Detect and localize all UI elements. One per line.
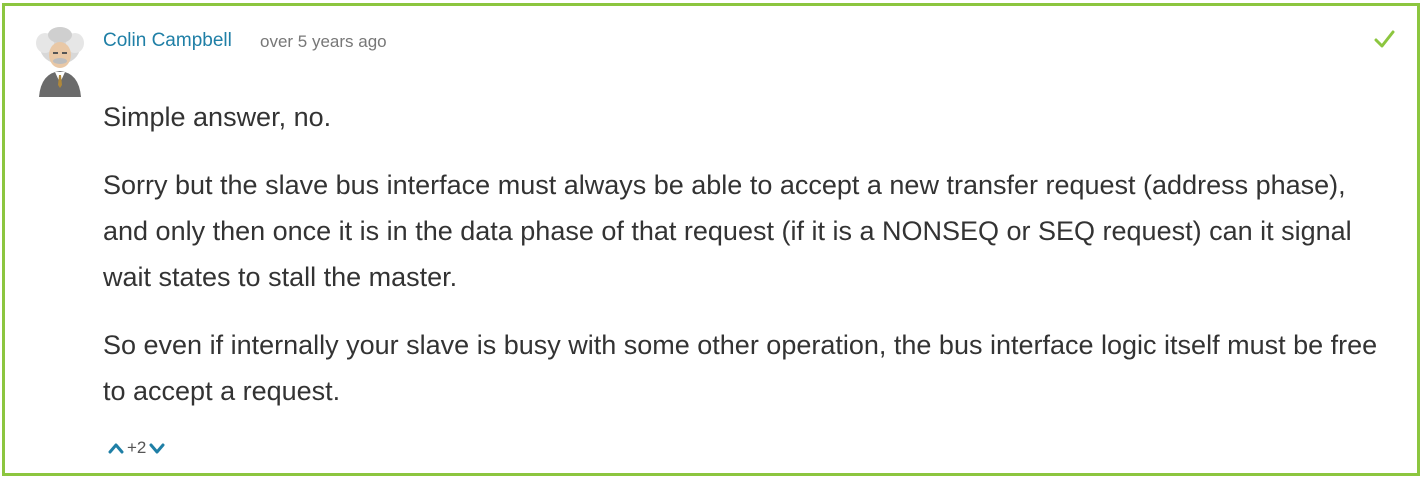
check-icon bbox=[1373, 28, 1395, 50]
answer-card: Colin Campbell over 5 years ago Simple a… bbox=[2, 3, 1420, 476]
answer-paragraph: So even if internally your slave is busy… bbox=[103, 330, 1378, 406]
vote-controls: +2 bbox=[107, 436, 166, 460]
avatar-einstein-icon bbox=[36, 27, 84, 97]
timestamp: over 5 years ago bbox=[260, 32, 387, 51]
downvote-button[interactable] bbox=[148, 439, 166, 457]
author-name[interactable]: Colin Campbell bbox=[103, 29, 232, 53]
avatar[interactable] bbox=[33, 25, 87, 97]
vote-count: +2 bbox=[127, 438, 147, 457]
chevron-up-icon bbox=[108, 443, 124, 454]
upvote-button[interactable] bbox=[107, 439, 125, 457]
answer-paragraph: Sorry but the slave bus interface must a… bbox=[103, 170, 1352, 292]
chevron-down-icon bbox=[149, 443, 165, 454]
answer-body: Simple answer, no. Sorry but the slave b… bbox=[103, 94, 1398, 436]
answer-paragraph: Simple answer, no. bbox=[103, 102, 332, 132]
